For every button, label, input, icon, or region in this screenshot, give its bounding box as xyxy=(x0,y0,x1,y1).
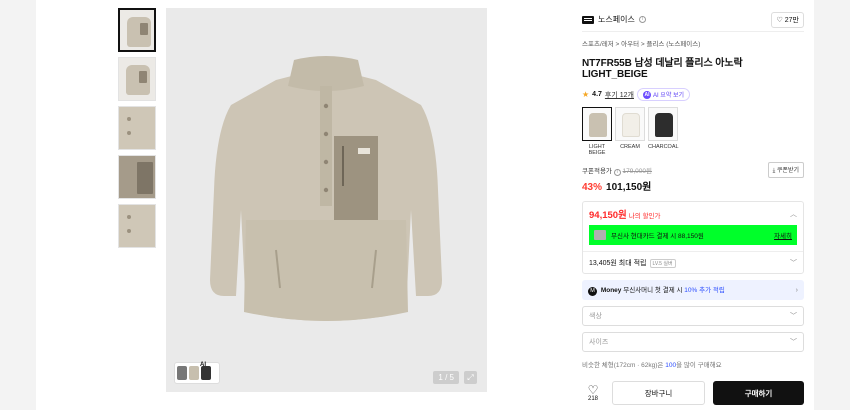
wishlist-button[interactable]: ♡ 218 xyxy=(582,384,604,402)
product-info-panel: 노스페이스 i ♡ 27만 스포츠/레저 > 아우터 > 플리스 (노스페이스)… xyxy=(582,8,804,405)
ai-icon: AI xyxy=(642,90,651,99)
price-block: 쿠폰적용가 i 179,000원 ⤓ 쿠폰받기 43% 101,150원 xyxy=(582,162,804,193)
chevron-up-icon[interactable]: ︿ xyxy=(790,209,797,219)
money-icon: M xyxy=(588,287,597,296)
product-main-image[interactable]: AI 1 / 5 ⤢ xyxy=(166,8,487,392)
original-price: 179,000원 xyxy=(622,167,653,175)
product-title: NT7FR55B 남성 데날리 플리스 아노락 LIGHT_BEIGE xyxy=(582,58,743,80)
brand-row: 노스페이스 i ♡ 27만 xyxy=(582,8,804,32)
thumbnail-collar-detail[interactable] xyxy=(118,106,156,150)
thumbnail-list xyxy=(118,8,158,253)
review-link[interactable]: 후기 12개 xyxy=(605,90,634,100)
card-promo-banner[interactable]: 무신사 현대카드 결제 시 88,150원 자세히 xyxy=(589,225,797,245)
member-level-badge: LV.5 실버 xyxy=(649,258,676,268)
coupon-price-label: 쿠폰적용가 xyxy=(582,167,612,175)
credit-card-icon xyxy=(594,230,606,240)
model-preview-thumbnail[interactable] xyxy=(174,362,220,384)
heart-icon: ♡ xyxy=(776,16,783,24)
brand-name: 노스페이스 xyxy=(598,15,635,24)
my-price: 94,150원 xyxy=(589,210,627,221)
size-select[interactable]: 사이즈 ﹀ xyxy=(582,332,804,352)
discount-rate: 43% xyxy=(582,182,603,193)
color-option-charcoal[interactable]: CHARCOAL xyxy=(648,107,679,156)
wishlist-count: 218 xyxy=(587,396,598,402)
purchase-actions: ♡ 218 장바구니 구매하기 xyxy=(582,381,804,405)
add-to-cart-button[interactable]: 장바구니 xyxy=(612,381,705,405)
my-price-label: 나의 할인가 xyxy=(628,213,661,220)
color-select[interactable]: 색상 ﹀ xyxy=(582,306,804,326)
size-recommendation: 비슷한 체형(172cm · 62kg)은 100을 많이 구매해요 xyxy=(582,362,722,369)
buy-now-button[interactable]: 구매하기 xyxy=(713,381,804,405)
brand-link[interactable]: 노스페이스 i xyxy=(582,14,646,25)
star-icon: ★ xyxy=(582,90,590,99)
brand-like-count: 27만 xyxy=(784,16,799,24)
info-icon[interactable]: i xyxy=(638,16,646,23)
product-page: AI 1 / 5 ⤢ 노스페이스 i ♡ 27만 스포츠/레저 > 아우터 > … xyxy=(36,0,814,410)
brand-like-button[interactable]: ♡ 27만 xyxy=(771,11,804,28)
ai-tag-label: AI xyxy=(200,362,206,368)
coupon-button[interactable]: ⤓ 쿠폰받기 xyxy=(767,162,804,178)
image-pager: 1 / 5 xyxy=(433,371,459,384)
color-option-cream[interactable]: CREAM xyxy=(615,107,645,156)
points-text: 13,405원 최대 적립 xyxy=(589,260,647,267)
ai-summary-button[interactable]: AI AI 요약 보기 xyxy=(636,88,691,101)
thumbnail-side[interactable] xyxy=(118,57,156,101)
thumbnail-front[interactable] xyxy=(118,8,156,52)
money-promo-banner[interactable]: M Money 무신사머니 첫 결제 시 10% 추가 적립 › xyxy=(582,280,804,300)
heart-icon: ♡ xyxy=(587,383,599,397)
expand-icon[interactable]: ⤢ xyxy=(464,371,477,384)
my-price-row[interactable]: 94,150원 나의 할인가 ︿ xyxy=(589,207,797,221)
info-icon[interactable]: i xyxy=(613,168,621,176)
thumbnail-pocket-detail[interactable] xyxy=(118,155,156,199)
fleece-jacket-image xyxy=(210,56,442,321)
brand-logo-icon xyxy=(582,15,594,24)
color-options: LIGHT BEIGE CREAM CHARCOAL xyxy=(582,107,804,156)
my-price-box: 94,150원 나의 할인가 ︿ 무신사 현대카드 결제 시 88,150원 자세… xyxy=(582,201,804,274)
rating-row: ★ 4.7 후기 12개 AI AI 요약 보기 xyxy=(582,88,804,101)
card-promo-link[interactable]: 자세히 xyxy=(774,230,792,240)
breadcrumb[interactable]: 스포츠/레저 > 아우터 > 플리스 (노스페이스) xyxy=(582,38,804,48)
rating-value: 4.7 xyxy=(592,91,602,98)
chevron-down-icon[interactable]: ﹀ xyxy=(790,258,797,268)
points-row[interactable]: 13,405원 최대 적립 LV.5 실버 ﹀ xyxy=(589,258,797,268)
chevron-down-icon: ﹀ xyxy=(790,339,797,346)
card-promo-text: 무신사 현대카드 결제 시 88,150원 xyxy=(611,233,704,240)
final-price: 43% 101,150원 xyxy=(582,178,804,193)
chevron-down-icon: ﹀ xyxy=(790,313,797,320)
thumbnail-hem-detail[interactable] xyxy=(118,204,156,248)
color-option-light-beige[interactable]: LIGHT BEIGE xyxy=(582,107,612,156)
sale-price: 101,150원 xyxy=(606,182,652,193)
chevron-right-icon: › xyxy=(795,286,798,294)
